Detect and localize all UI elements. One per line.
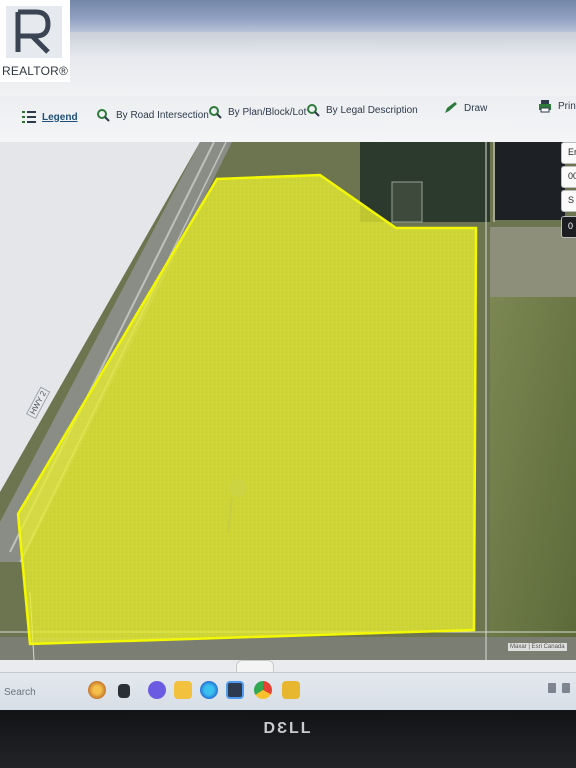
task-view-icon[interactable] (118, 684, 130, 698)
search-pin-icon (306, 103, 320, 117)
system-tray (548, 683, 570, 693)
browser-band (60, 0, 576, 32)
brand-logo: DƐLL (263, 720, 313, 737)
printer-icon (538, 99, 552, 113)
app-icon[interactable] (282, 681, 300, 699)
by-road-intersection-button[interactable]: By Road Intersection (96, 108, 209, 122)
satellite-map[interactable]: HWY 2 (0, 142, 576, 660)
wifi-icon[interactable] (548, 683, 556, 693)
draw-button[interactable]: Draw (444, 101, 487, 115)
list-icon (22, 110, 36, 124)
edge-browser-icon[interactable] (200, 681, 218, 699)
realtor-r-icon (6, 6, 62, 58)
map-control-3[interactable]: S (561, 190, 576, 212)
screen: REALTOR® Legend By Road Intersection By … (0, 0, 576, 710)
windows-taskbar: Search (0, 672, 576, 710)
file-explorer-icon[interactable] (174, 681, 192, 699)
print-label: Print (558, 100, 576, 112)
map-control-4[interactable]: 0 (561, 216, 576, 238)
logo-wordmark: REALTOR® (2, 64, 69, 78)
map-attribution: Maxar | Esri Canada (508, 643, 567, 651)
by-plan-block-lot-button[interactable]: By Plan/Block/Lot (208, 105, 306, 119)
print-button[interactable]: Print (538, 99, 576, 113)
by-road-intersection-label: By Road Intersection (116, 109, 209, 121)
legend-label: Legend (42, 111, 78, 123)
search-pin-icon (208, 105, 222, 119)
map-toolbar: Legend By Road Intersection By Plan/Bloc… (0, 96, 576, 143)
volume-icon[interactable] (562, 683, 570, 693)
draw-icon (444, 101, 458, 115)
by-plan-block-lot-label: By Plan/Block/Lot (228, 106, 307, 118)
draw-label: Draw (464, 102, 488, 114)
chat-icon[interactable] (148, 681, 166, 699)
widget-icon[interactable] (88, 681, 106, 699)
map-control-1[interactable]: En (561, 142, 576, 164)
chrome-icon[interactable] (254, 681, 272, 699)
taskbar-search[interactable]: Search (4, 687, 36, 698)
search-pin-icon (96, 108, 110, 122)
by-legal-description-button[interactable]: By Legal Description (306, 103, 418, 117)
by-legal-description-label: By Legal Description (326, 104, 418, 116)
realtor-logo[interactable]: REALTOR® (0, 0, 70, 82)
store-icon[interactable] (226, 681, 244, 699)
laptop-bezel: DƐLL (0, 710, 576, 768)
legend-button[interactable]: Legend (22, 110, 78, 124)
map-control-2[interactable]: 00 (561, 166, 576, 188)
header-banner: REALTOR® (0, 0, 576, 96)
